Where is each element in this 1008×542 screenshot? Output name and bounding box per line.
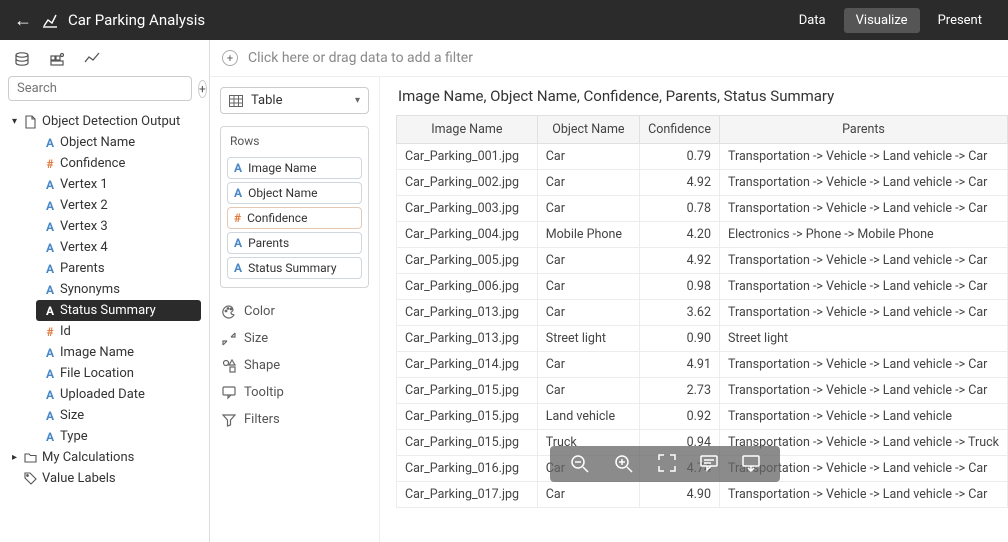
tree-item[interactable]: AObject Name [36, 132, 201, 153]
text-icon: A [40, 346, 60, 360]
text-icon: A [40, 388, 60, 402]
text-icon: A [40, 409, 60, 423]
add-filter-icon[interactable]: + [222, 50, 238, 66]
size-icon [222, 332, 236, 346]
table-row[interactable]: Car_Parking_015.jpgLand vehicle0.92Trans… [397, 404, 1008, 430]
tooltip-shelf[interactable]: Tooltip [220, 379, 369, 406]
filter-hint: Click here or drag data to add a filter [248, 50, 473, 66]
shape-shelf[interactable]: Shape [220, 352, 369, 379]
table-row[interactable]: Car_Parking_005.jpgCar4.92Transportation… [397, 248, 1008, 274]
tag-icon [24, 472, 42, 485]
tree-item[interactable]: #Id [36, 321, 201, 342]
tree-item[interactable]: AUploaded Date [36, 384, 201, 405]
col-parents[interactable]: Parents [719, 116, 1007, 144]
tree-item[interactable]: AType [36, 426, 201, 447]
text-icon: A [40, 178, 60, 192]
search-input[interactable] [8, 76, 192, 101]
table-row[interactable]: Car_Parking_015.jpgCar2.73Transportation… [397, 378, 1008, 404]
table-row[interactable]: Car_Parking_014.jpgCar4.91Transportation… [397, 352, 1008, 378]
tree-item[interactable]: #Confidence [36, 153, 201, 174]
tree-item[interactable]: AStatus Summary [36, 300, 201, 321]
add-button[interactable]: + [198, 80, 207, 98]
text-icon: A [40, 283, 60, 297]
canvas-title: Image Name, Object Name, Confidence, Par… [396, 87, 1008, 105]
tree-folder-labels[interactable]: Value Labels [8, 468, 201, 489]
pill-status[interactable]: AStatus Summary [227, 257, 362, 279]
sidebar: + ▾Object Detection OutputAObject Name#C… [0, 40, 210, 542]
tree-item[interactable]: AVertex 4 [36, 237, 201, 258]
tree-item[interactable]: AFile Location [36, 363, 201, 384]
text-icon: A [40, 241, 60, 255]
topbar: ← Car Parking Analysis Data Visualize Pr… [0, 0, 1008, 40]
table-icon [229, 95, 243, 107]
datasource-icon[interactable] [14, 52, 30, 66]
chevron-down-icon: ▾ [355, 95, 360, 106]
comment-icon[interactable] [700, 454, 718, 474]
text-icon: A [40, 262, 60, 276]
datamap-icon[interactable] [50, 52, 64, 66]
col-confidence[interactable]: Confidence [640, 116, 720, 144]
pill-image[interactable]: AImage Name [227, 157, 362, 179]
trend-icon[interactable] [84, 52, 100, 66]
size-shelf[interactable]: Size [220, 325, 369, 352]
text-icon: A [40, 304, 60, 318]
tree-item[interactable]: AVertex 2 [36, 195, 201, 216]
hash-icon: # [40, 157, 60, 171]
folder-icon [24, 452, 42, 463]
tab-present[interactable]: Present [926, 8, 994, 33]
tooltip-icon [222, 386, 236, 400]
text-icon: A [40, 199, 60, 213]
tab-visualize[interactable]: Visualize [844, 8, 920, 33]
zoom-out-icon[interactable] [570, 454, 590, 474]
viz-type-select[interactable]: Table ▾ [220, 87, 369, 114]
tab-data[interactable]: Data [787, 8, 838, 33]
zoom-toolbar [550, 446, 780, 482]
table-row[interactable]: Car_Parking_017.jpgCar4.90Transportation… [397, 482, 1008, 508]
pill-confidence[interactable]: #Confidence [227, 207, 362, 229]
tree-item[interactable]: ASize [36, 405, 201, 426]
chart-icon [42, 12, 58, 28]
table-row[interactable]: Car_Parking_013.jpgStreet light0.90Stree… [397, 326, 1008, 352]
pill-object[interactable]: AObject Name [227, 182, 362, 204]
table-row[interactable]: Car_Parking_006.jpgCar0.98Transportation… [397, 274, 1008, 300]
tree-item[interactable]: AVertex 1 [36, 174, 201, 195]
palette-icon [222, 305, 236, 319]
pill-parents[interactable]: AParents [227, 232, 362, 254]
fullscreen-icon[interactable] [658, 454, 676, 474]
table-row[interactable]: Car_Parking_003.jpgCar0.78Transportation… [397, 196, 1008, 222]
col-image[interactable]: Image Name [397, 116, 538, 144]
tree-item[interactable]: AImage Name [36, 342, 201, 363]
color-shelf[interactable]: Color [220, 298, 369, 325]
app-title: Car Parking Analysis [68, 11, 205, 29]
tree-item[interactable]: AVertex 3 [36, 216, 201, 237]
bookmark-icon[interactable] [742, 454, 760, 474]
text-icon: A [40, 367, 60, 381]
zoom-in-icon[interactable] [614, 454, 634, 474]
tree-item[interactable]: AParents [36, 258, 201, 279]
filters-shelf[interactable]: Filters [220, 406, 369, 433]
tree-folder-calc[interactable]: ▸My Calculations [8, 447, 201, 468]
filter-icon [222, 413, 236, 427]
table-row[interactable]: Car_Parking_013.jpgCar3.62Transportation… [397, 300, 1008, 326]
filter-bar[interactable]: + Click here or drag data to add a filte… [210, 40, 1008, 77]
text-icon: A [40, 136, 60, 150]
table-row[interactable]: Car_Parking_004.jpgMobile Phone4.20Elect… [397, 222, 1008, 248]
tree-root-item[interactable]: ▾Object Detection Output [8, 111, 201, 132]
back-button[interactable]: ← [14, 10, 34, 31]
text-icon: A [40, 220, 60, 234]
tree-item[interactable]: ASynonyms [36, 279, 201, 300]
sheet-icon [24, 115, 42, 129]
hash-icon: # [40, 325, 60, 339]
config-panel: Table ▾ Rows AImage Name AObject Name #C… [210, 77, 380, 542]
shape-icon [222, 359, 236, 373]
col-object[interactable]: Object Name [537, 116, 639, 144]
canvas: Image Name, Object Name, Confidence, Par… [380, 77, 1008, 542]
rows-shelf[interactable]: Rows AImage Name AObject Name #Confidenc… [220, 126, 369, 288]
table-row[interactable]: Car_Parking_001.jpgCar0.79Transportation… [397, 144, 1008, 170]
text-icon: A [40, 430, 60, 444]
table-row[interactable]: Car_Parking_002.jpgCar4.92Transportation… [397, 170, 1008, 196]
